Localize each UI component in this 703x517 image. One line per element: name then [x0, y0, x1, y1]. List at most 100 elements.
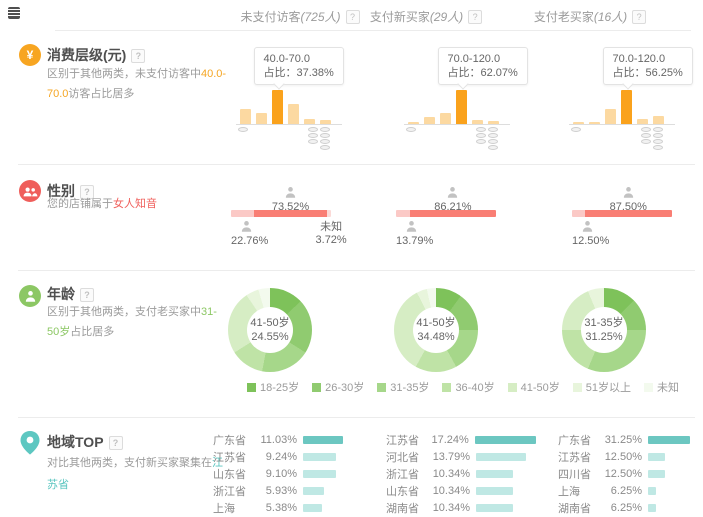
donut-center-label: 41-50岁24.55% — [228, 288, 312, 372]
legend-item[interactable]: 36-40岁 — [442, 379, 494, 395]
help-icon[interactable]: ? — [109, 436, 123, 450]
gender-icon — [19, 180, 41, 202]
bar[interactable] — [424, 117, 435, 124]
male-group: 12.50% — [572, 220, 618, 247]
region-row[interactable]: 江苏省17.24% — [386, 431, 536, 448]
tooltip-share: 占比：62.07% — [448, 66, 518, 80]
region-row[interactable]: 浙江省5.93% — [213, 482, 363, 499]
region-percent: 6.25% — [602, 485, 642, 497]
gender-chart-old[interactable]: 87.50%12.50% — [572, 183, 703, 249]
gender-bar[interactable] — [396, 210, 496, 217]
region-bar — [648, 470, 665, 478]
coin-icon — [641, 133, 651, 138]
region-row[interactable]: 河北省13.79% — [386, 448, 536, 465]
region-percent: 5.93% — [257, 485, 297, 497]
age-donut-old[interactable]: 31-35岁31.25% — [562, 288, 646, 372]
coin-icon — [308, 133, 318, 138]
gender-bar[interactable] — [231, 210, 331, 217]
region-percent: 9.10% — [257, 468, 297, 480]
column-header-count: (725人) — [301, 10, 341, 24]
legend-item[interactable]: 31-35岁 — [377, 379, 429, 395]
region-row[interactable]: 广东省31.25% — [558, 431, 703, 448]
coin-icon — [320, 133, 330, 138]
region-percent: 10.34% — [430, 485, 470, 497]
desc-text: 占比居多 — [70, 326, 114, 338]
bar[interactable] — [456, 90, 467, 124]
help-icon[interactable]: ? — [346, 10, 360, 24]
coin-icon — [653, 139, 663, 144]
section-desc-age: 区别于其他两类，支付老买家中31-50岁占比居多 — [47, 302, 229, 342]
consumption-chart-new[interactable]: 70.0-120.0占比：62.07% — [400, 45, 550, 145]
male-icon — [240, 220, 277, 234]
help-icon[interactable]: ? — [80, 288, 94, 302]
coin-stack-icon — [320, 127, 330, 150]
region-row[interactable]: 湖南省6.25% — [558, 499, 703, 516]
menu-icon[interactable] — [8, 7, 20, 19]
help-icon[interactable]: ? — [632, 10, 646, 24]
age-legend: 18-25岁 26-30岁 31-35岁 36-40岁 41-50岁 51岁以上未知 — [228, 379, 698, 395]
region-row[interactable]: 江苏省12.50% — [558, 448, 703, 465]
region-percent: 9.24% — [257, 451, 297, 463]
legend-item[interactable]: 未知 — [644, 379, 679, 395]
legend-item[interactable]: 41-50岁 — [508, 379, 560, 395]
legend-label: 51岁以上 — [586, 379, 631, 395]
donut-center-label: 41-50岁34.48% — [394, 288, 478, 372]
bar[interactable] — [272, 90, 283, 124]
coin-icon — [308, 139, 318, 144]
region-row[interactable]: 上海6.25% — [558, 482, 703, 499]
consumption-chart-unpaid[interactable]: 40.0-70.0占比：37.38% — [232, 45, 382, 145]
age-donut-unpaid[interactable]: 41-50岁24.55% — [228, 288, 312, 372]
gender-chart-unpaid[interactable]: 73.52%22.76%未知3.72% — [231, 183, 381, 249]
region-bar — [476, 453, 526, 461]
legend-item[interactable]: 18-25岁 — [247, 379, 299, 395]
region-name: 上海 — [558, 483, 602, 499]
female-segment — [585, 210, 673, 217]
help-icon[interactable]: ? — [131, 49, 145, 63]
bar[interactable] — [240, 109, 251, 124]
coin-icon — [653, 127, 663, 132]
region-row[interactable]: 广东省11.03% — [213, 431, 363, 448]
coin-stack-icon — [488, 127, 498, 150]
region-name: 山东省 — [386, 483, 430, 499]
female-group: 73.52% — [266, 186, 316, 213]
bar[interactable] — [256, 113, 267, 124]
tooltip-share: 占比：37.38% — [264, 66, 334, 80]
legend-item[interactable]: 51岁以上 — [573, 379, 631, 395]
age-donut-new[interactable]: 41-50岁34.48% — [394, 288, 478, 372]
section-title-age: 年龄? — [47, 284, 94, 304]
legend-item[interactable]: 26-30岁 — [312, 379, 364, 395]
desc-text: 您的店铺属于 — [47, 198, 113, 210]
donut-age-percent: 34.48% — [417, 330, 454, 344]
coin-stack-icon — [238, 127, 248, 132]
tooltip-caret-icon — [622, 78, 633, 89]
region-row[interactable]: 江苏省9.24% — [213, 448, 363, 465]
age-icon — [19, 285, 41, 307]
region-name: 山东省 — [213, 466, 257, 482]
consumption-chart-old[interactable]: 70.0-120.0占比：56.25% — [565, 45, 703, 145]
male-group: 13.79% — [396, 220, 442, 247]
legend-swatch — [442, 383, 451, 392]
bar[interactable] — [653, 116, 664, 124]
region-percent: 12.50% — [602, 451, 642, 463]
gender-bar[interactable] — [572, 210, 672, 217]
bar[interactable] — [288, 104, 299, 124]
bar[interactable] — [621, 90, 632, 124]
region-row[interactable]: 浙江省10.34% — [386, 465, 536, 482]
desc-text: 访客占比居多 — [68, 88, 134, 100]
coin-icon — [406, 127, 416, 132]
bar[interactable] — [440, 113, 451, 124]
unknown-label: 未知 — [313, 221, 349, 234]
region-row[interactable]: 山东省9.10% — [213, 465, 363, 482]
column-header-label: 支付新买家 — [370, 10, 430, 24]
coin-icon — [641, 139, 651, 144]
coin-stack-icon — [476, 127, 486, 144]
region-row[interactable]: 湖南省10.34% — [386, 499, 536, 516]
region-row[interactable]: 山东省10.34% — [386, 482, 536, 499]
region-row[interactable]: 四川省12.50% — [558, 465, 703, 482]
help-icon[interactable]: ? — [468, 10, 482, 24]
region-row[interactable]: 上海5.38% — [213, 499, 363, 516]
axis-line — [236, 124, 342, 125]
desc-text: 区别于其他两类，支付老买家中 — [47, 306, 201, 318]
bar[interactable] — [605, 109, 616, 124]
gender-chart-new[interactable]: 86.21%13.79% — [396, 183, 546, 249]
